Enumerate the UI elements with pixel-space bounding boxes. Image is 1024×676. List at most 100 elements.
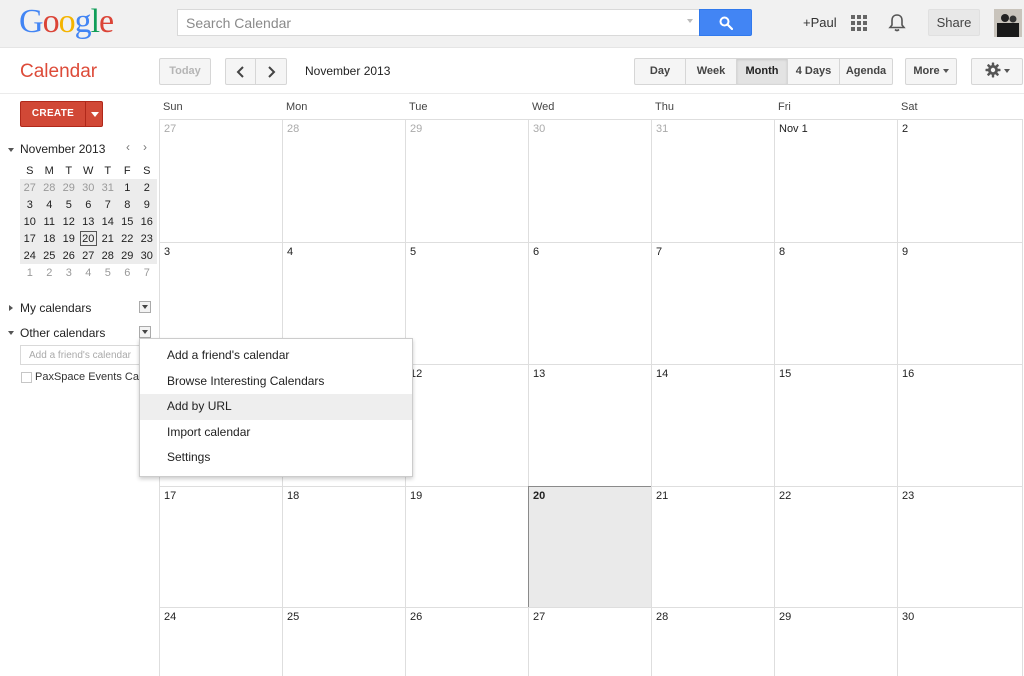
day-cell[interactable]: 25 — [282, 607, 406, 676]
view-week-button[interactable]: Week — [686, 58, 737, 85]
day-number[interactable]: 19 — [410, 490, 422, 502]
apps-grid-icon[interactable] — [851, 15, 867, 31]
day-number[interactable]: 6 — [533, 246, 539, 258]
other-calendars-header[interactable]: Other calendars — [8, 326, 158, 340]
day-number[interactable]: 3 — [164, 246, 170, 258]
day-number[interactable]: 27 — [164, 123, 176, 135]
day-cell-today[interactable]: 20 — [528, 486, 652, 608]
day-cell[interactable]: Nov 1 — [774, 119, 898, 243]
next-period-button[interactable] — [256, 58, 287, 85]
day-number[interactable]: 7 — [656, 246, 662, 258]
day-number[interactable]: 25 — [287, 611, 299, 623]
day-cell[interactable]: 19 — [405, 486, 529, 608]
day-cell[interactable]: 8 — [774, 242, 898, 365]
mini-day[interactable]: 27 — [78, 247, 98, 264]
day-cell[interactable]: 2 — [897, 119, 1023, 243]
mini-day[interactable]: 25 — [39, 247, 59, 264]
day-cell[interactable]: 21 — [651, 486, 775, 608]
mini-day[interactable]: 1 — [20, 264, 40, 281]
more-views-button[interactable]: More — [905, 58, 957, 85]
mini-next-icon[interactable]: › — [143, 140, 147, 154]
day-number[interactable]: 30 — [902, 611, 914, 623]
mini-day[interactable]: 27 — [20, 179, 40, 196]
mini-day[interactable]: 4 — [39, 196, 59, 213]
day-cell[interactable]: 5 — [405, 242, 529, 365]
day-cell[interactable]: 27 — [528, 607, 652, 676]
mini-day[interactable]: 29 — [59, 179, 79, 196]
mini-day[interactable]: 28 — [98, 247, 118, 264]
day-number[interactable]: 22 — [779, 490, 791, 502]
day-cell[interactable]: 16 — [897, 364, 1023, 487]
google-logo[interactable]: Google — [19, 2, 114, 42]
mini-day[interactable]: 7 — [137, 264, 157, 281]
mini-day[interactable]: 14 — [98, 213, 118, 230]
day-number[interactable]: 23 — [902, 490, 914, 502]
day-number[interactable]: 21 — [656, 490, 668, 502]
add-friend-calendar-input[interactable] — [20, 345, 140, 365]
day-cell[interactable]: 28 — [282, 119, 406, 243]
day-cell[interactable]: 24 — [159, 607, 283, 676]
day-number[interactable]: 8 — [779, 246, 785, 258]
mini-day[interactable]: 13 — [78, 213, 98, 230]
day-number[interactable]: 26 — [410, 611, 422, 623]
mini-day[interactable]: 1 — [117, 179, 137, 196]
view-agenda-button[interactable]: Agenda — [840, 58, 893, 85]
mini-day[interactable]: 29 — [117, 247, 137, 264]
day-cell[interactable]: 13 — [528, 364, 652, 487]
calendar-name[interactable]: PaxSpace Events Cal — [35, 371, 139, 383]
mini-day[interactable]: 24 — [20, 247, 40, 264]
calendar-checkbox[interactable] — [21, 372, 32, 383]
day-number[interactable]: 13 — [533, 368, 545, 380]
mini-day[interactable]: 7 — [98, 196, 118, 213]
mini-day[interactable]: 3 — [59, 264, 79, 281]
mini-day[interactable]: 28 — [39, 179, 59, 196]
menu-item-import-calendar[interactable]: Import calendar — [140, 420, 412, 446]
mini-day[interactable]: 21 — [98, 230, 118, 247]
day-number[interactable]: 28 — [656, 611, 668, 623]
menu-item-add-by-url[interactable]: Add by URL — [140, 394, 412, 420]
quick-add-dropdown-icon[interactable] — [85, 102, 103, 126]
collapse-triangle-icon[interactable] — [8, 148, 14, 152]
day-cell[interactable]: 15 — [774, 364, 898, 487]
day-cell[interactable]: 29 — [405, 119, 529, 243]
day-cell[interactable]: 27 — [159, 119, 283, 243]
day-cell[interactable]: 30 — [897, 607, 1023, 676]
day-number[interactable]: 30 — [533, 123, 545, 135]
day-number[interactable]: 2 — [902, 123, 908, 135]
day-number[interactable]: 31 — [656, 123, 668, 135]
day-cell[interactable]: 22 — [774, 486, 898, 608]
day-number[interactable]: 14 — [656, 368, 668, 380]
day-cell[interactable]: 12 — [405, 364, 529, 487]
search-button[interactable] — [699, 9, 752, 36]
mini-day[interactable]: 30 — [137, 247, 157, 264]
day-cell[interactable]: 18 — [282, 486, 406, 608]
mini-day[interactable]: 2 — [137, 179, 157, 196]
mini-calendar-title[interactable]: November 2013 — [20, 142, 105, 156]
day-cell[interactable]: 9 — [897, 242, 1023, 365]
my-calendars-header[interactable]: My calendars — [8, 301, 158, 315]
view-4-days-button[interactable]: 4 Days — [788, 58, 840, 85]
user-profile-link[interactable]: +Paul — [803, 15, 837, 30]
day-number[interactable]: 24 — [164, 611, 176, 623]
mini-day[interactable]: 15 — [117, 213, 137, 230]
menu-item-settings[interactable]: Settings — [140, 445, 412, 471]
day-number[interactable]: 9 — [902, 246, 908, 258]
my-calendars-menu-icon[interactable] — [139, 301, 151, 313]
mini-day[interactable]: 26 — [59, 247, 79, 264]
mini-day[interactable]: 18 — [39, 230, 59, 247]
view-day-button[interactable]: Day — [634, 58, 686, 85]
mini-day[interactable]: 31 — [98, 179, 118, 196]
day-number[interactable]: 29 — [410, 123, 422, 135]
create-event-button[interactable]: CREATE — [20, 101, 103, 127]
mini-day[interactable]: 2 — [39, 264, 59, 281]
day-number[interactable]: 4 — [287, 246, 293, 258]
day-cell[interactable]: 6 — [528, 242, 652, 365]
day-number[interactable]: Nov 1 — [779, 123, 808, 135]
day-number[interactable]: 29 — [779, 611, 791, 623]
search-input[interactable] — [178, 10, 668, 35]
mini-day[interactable]: 9 — [137, 196, 157, 213]
day-cell[interactable]: 30 — [528, 119, 652, 243]
today-button[interactable]: Today — [159, 58, 211, 85]
share-button[interactable]: Share — [928, 9, 980, 36]
mini-day[interactable]: 12 — [59, 213, 79, 230]
